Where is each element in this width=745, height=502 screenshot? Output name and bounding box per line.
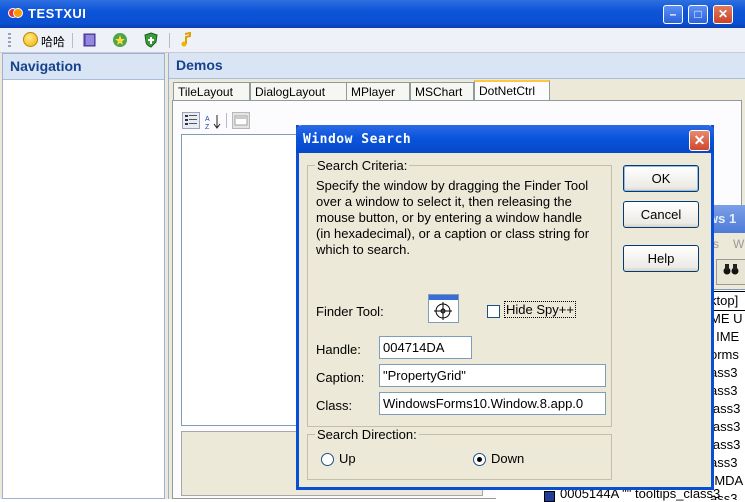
minimize-button[interactable]: –: [663, 5, 683, 24]
tree-row[interactable]: lass3: [710, 418, 745, 436]
book-icon[interactable]: [82, 32, 98, 48]
tree-row[interactable]: ass3: [710, 382, 745, 400]
direction-up-radio[interactable]: [321, 453, 334, 466]
search-criteria-legend: Search Criteria:: [315, 158, 410, 173]
window-title: TESTXUI: [28, 6, 87, 21]
handle-field[interactable]: 004714DA: [379, 336, 472, 359]
hide-spy-label[interactable]: Hide Spy++: [504, 301, 576, 318]
dialog-title-bar[interactable]: Window Search ✕: [296, 125, 714, 153]
tree-row[interactable]: orms: [710, 346, 745, 364]
ok-button[interactable]: OK: [623, 165, 699, 192]
direction-down-label[interactable]: Down: [491, 451, 524, 466]
search-criteria-group: Search Criteria: Specify the window by d…: [307, 158, 612, 427]
cancel-button[interactable]: Cancel: [623, 201, 699, 228]
finder-tool[interactable]: [428, 294, 459, 323]
class-field[interactable]: WindowsForms10.Window.8.app.0: [379, 392, 606, 415]
tree-row[interactable]: lass3: [710, 400, 745, 418]
tree-row[interactable]: ' IME: [710, 328, 745, 346]
tree-row[interactable]: ass3: [710, 454, 745, 472]
hide-spy-checkbox[interactable]: [487, 305, 500, 318]
search-direction-legend: Search Direction:: [315, 427, 419, 442]
tree-row[interactable]: lass3: [710, 436, 745, 454]
property-grid-toolbar: AZ: [182, 111, 302, 131]
main-toolbar: 哈哈: [0, 28, 745, 53]
caption-label: Caption:: [316, 370, 365, 385]
search-direction-group: Search Direction: Up Down: [307, 427, 612, 480]
dialog-close-button[interactable]: ✕: [689, 130, 710, 151]
property-pages-icon: [232, 112, 250, 129]
tab-dialoglayout[interactable]: DialogLayout: [250, 82, 348, 100]
title-bar[interactable]: TESTXUI – □ ✕: [0, 0, 745, 28]
smiley-icon[interactable]: [23, 32, 38, 47]
finder-tool-label: Finder Tool:: [316, 304, 384, 319]
tab-mschart[interactable]: MSChart: [410, 82, 474, 100]
shield-icon[interactable]: [143, 32, 159, 48]
toolbar-separator: [226, 113, 227, 128]
svg-text:Z: Z: [205, 124, 210, 130]
direction-up-label[interactable]: Up: [339, 451, 356, 466]
binoculars-icon: [723, 262, 739, 279]
caption-field[interactable]: "PropertyGrid": [379, 364, 606, 387]
direction-down-radio[interactable]: [473, 453, 486, 466]
toolbar-grip[interactable]: [8, 33, 11, 47]
toolbar-separator: [169, 33, 170, 48]
svg-text:A: A: [205, 116, 210, 123]
handle-label: Handle:: [316, 342, 361, 357]
app-icon: [8, 8, 23, 20]
window-node-icon: [544, 491, 555, 502]
toolbar-button-label[interactable]: 哈哈: [41, 33, 65, 50]
spy-menu-item[interactable]: Wi: [733, 237, 745, 251]
search-criteria-instructions: Specify the window by dragging the Finde…: [316, 178, 590, 257]
demos-header: Demos: [169, 53, 745, 79]
crosshair-icon: [434, 302, 452, 320]
tree-row[interactable]: ktop]: [709, 291, 745, 311]
tree-row[interactable]: ass3: [710, 364, 745, 382]
maximize-button[interactable]: □: [688, 5, 708, 24]
dialog-title: Window Search: [303, 132, 412, 147]
music-note-icon[interactable]: [178, 31, 194, 48]
star-icon[interactable]: [112, 32, 128, 48]
class-label: Class:: [316, 398, 353, 413]
navigation-header: Navigation: [3, 54, 164, 80]
finder-tool-titlebar: [429, 295, 458, 300]
tab-mplayer[interactable]: MPlayer: [346, 82, 410, 100]
close-button[interactable]: ✕: [713, 5, 733, 24]
find-window-button[interactable]: [716, 259, 745, 285]
tab-dotnetctrl[interactable]: DotNetCtrl: [474, 80, 550, 101]
help-button[interactable]: Help: [623, 245, 699, 272]
categorized-icon[interactable]: [182, 112, 200, 129]
tab-tilelayout[interactable]: TileLayout: [173, 82, 250, 100]
window-search-dialog: Window Search ✕ Search Criteria: Specify…: [296, 125, 714, 490]
alphabetical-sort-icon[interactable]: AZ: [203, 112, 221, 131]
navigation-panel: Navigation: [2, 53, 165, 499]
tree-row[interactable]: ME U: [710, 310, 745, 328]
toolbar-separator: [72, 33, 73, 48]
